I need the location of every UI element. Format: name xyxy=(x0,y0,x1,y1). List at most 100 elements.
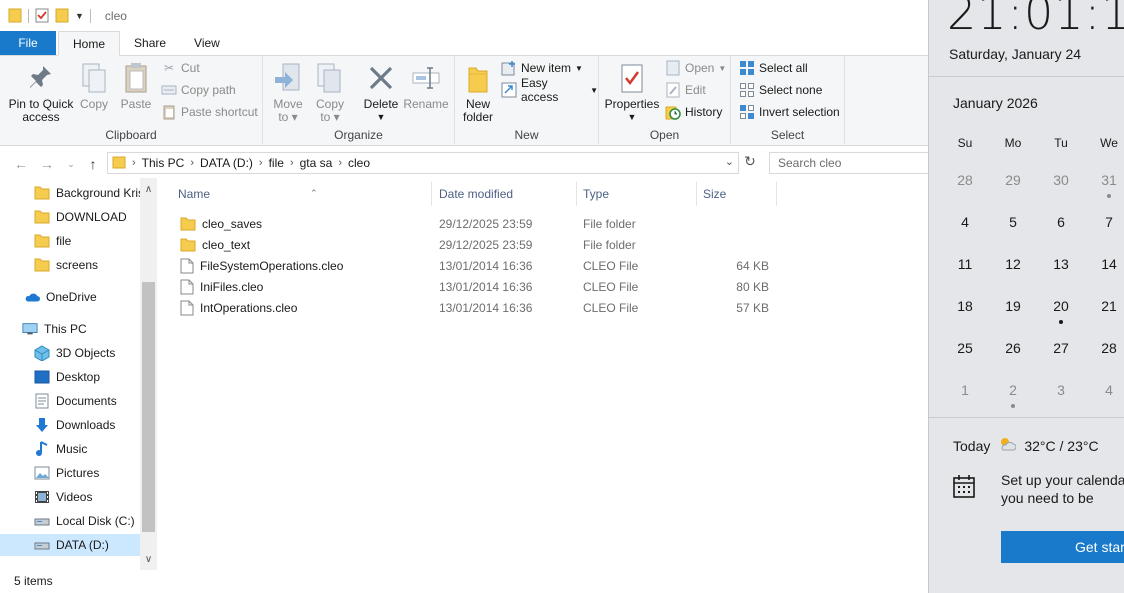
get-started-button[interactable]: Get started xyxy=(1001,531,1124,563)
pin-to-quick-access-button[interactable]: Pin to Quick access xyxy=(6,60,76,124)
nav-item-downloads[interactable]: Downloads xyxy=(0,414,140,436)
paste-button[interactable]: Paste xyxy=(116,60,156,111)
calendar-month-year[interactable]: January 2026 xyxy=(953,95,1038,111)
breadcrumb-data-d[interactable]: DATA (D:) xyxy=(200,156,253,170)
calendar-day[interactable]: 31 xyxy=(1089,172,1124,198)
calendar-day[interactable]: 4 xyxy=(1089,382,1124,398)
scroll-up-icon[interactable]: ∧ xyxy=(140,182,157,198)
column-name[interactable]: Name ⌃ xyxy=(172,182,432,206)
tab-share[interactable]: Share xyxy=(120,31,180,55)
new-item-button[interactable]: New item ▼ xyxy=(501,58,583,78)
nav-item-this-pc[interactable]: This PC xyxy=(0,318,140,340)
history-button[interactable]: History xyxy=(665,102,722,122)
paste-shortcut-button[interactable]: Paste shortcut xyxy=(161,102,258,122)
properties-qat-icon[interactable] xyxy=(35,7,49,26)
nav-item-screens[interactable]: screens xyxy=(0,254,140,276)
calendar-day[interactable]: 28 xyxy=(1089,340,1124,356)
document-icon xyxy=(34,393,50,409)
properties-button[interactable]: Properties ▼ xyxy=(603,60,661,124)
calendar-day[interactable]: 18 xyxy=(945,298,985,314)
select-none-button[interactable]: Select none xyxy=(739,80,822,100)
calendar-day[interactable]: 21 xyxy=(1089,298,1124,314)
select-all-button[interactable]: Select all xyxy=(739,58,808,78)
copy-icon xyxy=(78,60,110,96)
calendar-day[interactable]: 25 xyxy=(945,340,985,356)
nav-item-background-kris[interactable]: Background Kris xyxy=(0,182,140,204)
calendar-day[interactable]: 20 xyxy=(1041,298,1081,324)
calendar-day[interactable]: 28 xyxy=(945,172,985,188)
nav-item-file[interactable]: file xyxy=(0,230,140,252)
nav-item-pictures[interactable]: Pictures xyxy=(0,462,140,484)
nav-item-onedrive[interactable]: OneDrive xyxy=(0,286,140,308)
file-row[interactable]: cleo_text 29/12/2025 23:59 File folder xyxy=(170,234,780,255)
breadcrumb-gta-sa[interactable]: gta sa xyxy=(300,156,333,170)
calendar-day[interactable]: 26 xyxy=(993,340,1033,356)
scroll-down-icon[interactable]: ∨ xyxy=(140,552,157,568)
nav-scrollbar[interactable]: ∧ ∨ xyxy=(140,178,157,570)
calendar-day[interactable]: 19 xyxy=(993,298,1033,314)
calendar-day[interactable]: 5 xyxy=(993,214,1033,230)
copy-button[interactable]: Copy xyxy=(76,60,112,111)
file-explorer-window: ▼ cleo File Home Share View Pin to Quick… xyxy=(0,0,930,593)
calendar-day[interactable]: 7 xyxy=(1089,214,1124,230)
copy-to-button[interactable]: Copy to ▾ xyxy=(311,60,349,124)
cut-button[interactable]: ✂ Cut xyxy=(161,58,200,78)
easy-access-button[interactable]: Easy access ▼ xyxy=(501,76,598,104)
file-row[interactable]: IniFiles.cleo 13/01/2014 16:36 CLEO File 80… xyxy=(170,276,780,297)
delete-button[interactable]: Delete ▼ xyxy=(361,60,401,124)
column-type[interactable]: Type xyxy=(577,182,697,206)
calendar-day[interactable]: 6 xyxy=(1041,214,1081,230)
tab-file[interactable]: File xyxy=(0,31,56,55)
forward-button[interactable]: → xyxy=(36,153,58,175)
nav-item-documents[interactable]: Documents xyxy=(0,390,140,412)
delete-x-icon xyxy=(365,60,397,96)
file-row[interactable]: cleo_saves 29/12/2025 23:59 File folder xyxy=(170,213,780,234)
calendar-day[interactable]: 4 xyxy=(945,214,985,230)
calendar-day[interactable]: 29 xyxy=(993,172,1033,188)
calendar-day[interactable]: 11 xyxy=(945,256,985,272)
address-bar[interactable]: › This PC › DATA (D:) › file › gta sa › … xyxy=(107,152,739,174)
calendar-day[interactable]: 12 xyxy=(993,256,1033,272)
nav-item-3d-objects[interactable]: 3D Objects xyxy=(0,342,140,364)
scroll-thumb[interactable] xyxy=(142,282,155,532)
column-size[interactable]: Size xyxy=(697,182,777,206)
move-to-button[interactable]: Move to ▾ xyxy=(269,60,307,124)
qat-dropdown-icon[interactable]: ▼ xyxy=(75,11,84,21)
open-button[interactable]: Open ▼ xyxy=(665,58,726,78)
file-row[interactable]: IntOperations.cleo 13/01/2014 16:36 CLEO F… xyxy=(170,297,780,318)
new-folder-button[interactable]: New folder xyxy=(459,60,497,124)
address-dropdown-icon[interactable]: ⌄ xyxy=(725,155,734,168)
new-folder-qat-icon[interactable] xyxy=(55,7,69,26)
calendar-day[interactable]: 3 xyxy=(1041,382,1081,398)
calendar-day[interactable]: 1 xyxy=(945,382,985,398)
calendar-day[interactable]: 13 xyxy=(1041,256,1081,272)
nav-item-local-disk-c[interactable]: Local Disk (C:) xyxy=(0,510,140,532)
tab-home[interactable]: Home xyxy=(58,31,121,56)
calendar-day[interactable]: 2 xyxy=(993,382,1033,408)
tab-view[interactable]: View xyxy=(180,31,234,55)
nav-item-desktop[interactable]: Desktop xyxy=(0,366,140,388)
breadcrumb-this-pc[interactable]: This PC xyxy=(142,156,185,170)
full-date[interactable]: Saturday, January 24 xyxy=(949,46,1081,62)
nav-item-data-d[interactable]: DATA (D:) xyxy=(0,534,140,556)
nav-item-music[interactable]: Music xyxy=(0,438,140,460)
nav-item-videos[interactable]: Videos xyxy=(0,486,140,508)
up-button[interactable]: ↑ xyxy=(82,153,104,175)
search-input[interactable]: Search cleo xyxy=(769,152,930,174)
column-date-modified[interactable]: Date modified xyxy=(433,182,577,206)
calendar-day[interactable]: 27 xyxy=(1041,340,1081,356)
nav-item-download[interactable]: DOWNLOAD xyxy=(0,206,140,228)
calendar-day[interactable]: 30 xyxy=(1041,172,1081,188)
edit-button[interactable]: Edit xyxy=(665,80,706,100)
breadcrumb-cleo[interactable]: cleo xyxy=(348,156,370,170)
file-row[interactable]: FileSystemOperations.cleo 13/01/2014 16:3… xyxy=(170,255,780,276)
recent-locations-button[interactable]: ⌄ xyxy=(60,153,82,175)
breadcrumb-file[interactable]: file xyxy=(269,156,284,170)
refresh-icon[interactable]: ↻ xyxy=(740,153,760,173)
rename-button[interactable]: Rename xyxy=(403,60,449,111)
copy-path-button[interactable]: Copy path xyxy=(161,80,236,100)
picture-icon xyxy=(34,465,50,481)
calendar-day[interactable]: 14 xyxy=(1089,256,1124,272)
back-button[interactable]: ← xyxy=(10,153,32,175)
invert-selection-button[interactable]: Invert selection xyxy=(739,102,840,122)
